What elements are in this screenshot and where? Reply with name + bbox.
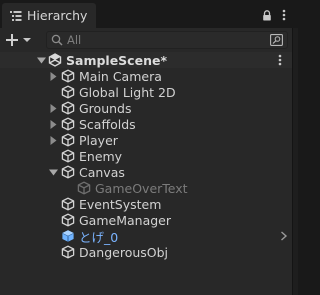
tree-item[interactable]: EventSystem	[48, 196, 161, 212]
dropdown-arrow-icon	[23, 38, 31, 42]
foldout-collapsed-icon[interactable]	[48, 103, 58, 113]
item-label: GameManager	[79, 212, 172, 228]
foldout-collapsed-icon[interactable]	[48, 135, 58, 145]
item-label: GameOverText	[95, 180, 188, 196]
hierarchy-toolbar	[0, 28, 292, 52]
hierarchy-list-icon	[10, 10, 22, 21]
tree-item[interactable]: Player	[48, 132, 118, 148]
tree-item[interactable]: GameOverText	[64, 180, 188, 196]
cube-icon	[61, 245, 75, 259]
tree-item[interactable]: Main Camera	[48, 68, 162, 84]
scene-row[interactable]: SampleScene*	[0, 52, 292, 68]
tree-item[interactable]: DangerousObj	[48, 244, 168, 260]
open-prefab-chevron-icon[interactable]	[280, 231, 288, 241]
item-label: Grounds	[79, 100, 132, 116]
item-label: Enemy	[79, 148, 123, 164]
search-icon	[51, 34, 63, 46]
item-label: Scaffolds	[79, 116, 136, 132]
foldout-collapsed-icon[interactable]	[48, 119, 58, 129]
item-label: とげ_0	[79, 229, 119, 245]
tab-title: Hierarchy	[27, 8, 88, 23]
hierarchy-panel: SampleScene* Main Camera Global Light 2	[0, 28, 292, 295]
tab-hierarchy[interactable]: Hierarchy	[2, 3, 96, 28]
item-label: DangerousObj	[79, 244, 169, 260]
cube-icon	[61, 69, 75, 83]
item-label: Canvas	[79, 164, 125, 180]
cube-icon	[61, 197, 75, 211]
search-input[interactable]	[63, 33, 247, 47]
tree-item[interactable]: Global Light 2D	[48, 84, 176, 100]
foldout-expanded-icon[interactable]	[48, 167, 58, 177]
scene-name: SampleScene*	[66, 52, 167, 68]
tab-actions	[262, 9, 286, 21]
foldout-collapsed-icon[interactable]	[48, 71, 58, 81]
create-button[interactable]	[6, 31, 36, 49]
cube-icon	[61, 165, 75, 179]
cube-icon	[61, 117, 75, 131]
cube-icon	[61, 213, 75, 227]
tree-item[interactable]: Scaffolds	[48, 116, 136, 132]
item-label: Player	[79, 132, 118, 148]
lock-icon[interactable]	[262, 9, 272, 21]
plus-icon	[6, 34, 18, 46]
item-label: Main Camera	[79, 68, 162, 84]
cube-icon	[61, 101, 75, 115]
item-label: EventSystem	[79, 196, 162, 212]
prefab-cube-icon	[62, 230, 74, 242]
scene-menu-icon[interactable]	[278, 54, 282, 66]
scene-filter-icon[interactable]	[270, 34, 283, 46]
cube-icon	[61, 149, 75, 163]
item-label: Global Light 2D	[79, 84, 176, 100]
panel-splitter[interactable]	[292, 28, 298, 295]
search-field[interactable]	[46, 31, 288, 49]
unity-scene-icon	[48, 53, 62, 67]
foldout-expanded-icon[interactable]	[36, 55, 46, 65]
tree-item[interactable]: Enemy	[48, 148, 122, 164]
cube-icon	[77, 181, 91, 195]
tree-item[interactable]: Grounds	[48, 100, 132, 116]
tree-item[interactable]: とげ_0	[48, 228, 292, 245]
cube-icon	[61, 133, 75, 147]
tab-bar: Hierarchy	[0, 0, 298, 28]
tree-item[interactable]: Canvas	[48, 164, 125, 180]
kebab-menu-icon[interactable]	[282, 9, 286, 21]
cube-icon	[61, 85, 75, 99]
